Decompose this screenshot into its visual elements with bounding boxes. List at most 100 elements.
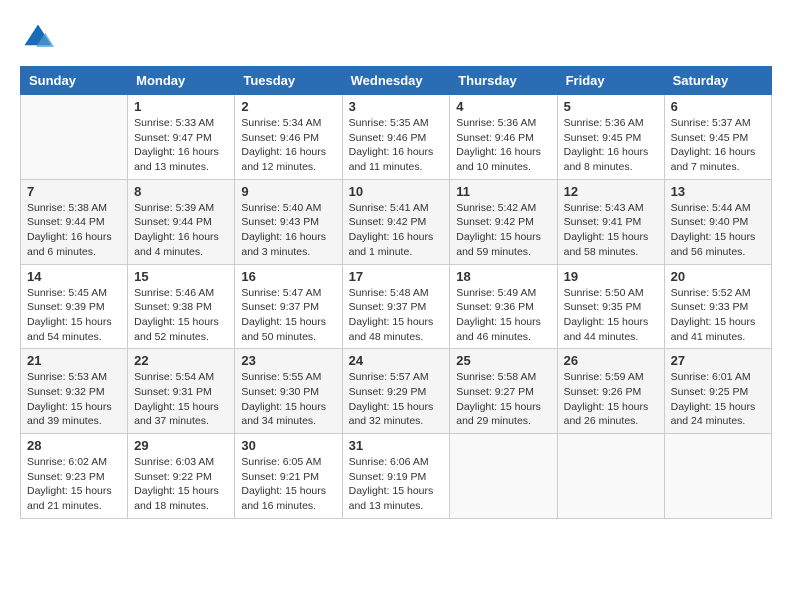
day-number: 8 [134, 184, 228, 199]
calendar-cell: 27 Sunrise: 6:01 AM Sunset: 9:25 PM Dayl… [664, 349, 771, 434]
day-number: 5 [564, 99, 658, 114]
day-info: Sunrise: 5:43 AM Sunset: 9:41 PM Dayligh… [564, 201, 658, 260]
day-number: 7 [27, 184, 121, 199]
weekday-header-tuesday: Tuesday [235, 67, 342, 95]
weekday-header-wednesday: Wednesday [342, 67, 450, 95]
calendar-cell: 17 Sunrise: 5:48 AM Sunset: 9:37 PM Dayl… [342, 264, 450, 349]
calendar-cell: 20 Sunrise: 5:52 AM Sunset: 9:33 PM Dayl… [664, 264, 771, 349]
day-number: 6 [671, 99, 765, 114]
weekday-header-monday: Monday [128, 67, 235, 95]
calendar-week-row: 28 Sunrise: 6:02 AM Sunset: 9:23 PM Dayl… [21, 434, 772, 519]
day-number: 24 [349, 353, 444, 368]
calendar-cell [450, 434, 557, 519]
weekday-header-friday: Friday [557, 67, 664, 95]
day-number: 20 [671, 269, 765, 284]
day-info: Sunrise: 5:46 AM Sunset: 9:38 PM Dayligh… [134, 286, 228, 345]
calendar-cell: 3 Sunrise: 5:35 AM Sunset: 9:46 PM Dayli… [342, 95, 450, 180]
calendar-cell: 2 Sunrise: 5:34 AM Sunset: 9:46 PM Dayli… [235, 95, 342, 180]
day-info: Sunrise: 5:57 AM Sunset: 9:29 PM Dayligh… [349, 370, 444, 429]
day-info: Sunrise: 5:38 AM Sunset: 9:44 PM Dayligh… [27, 201, 121, 260]
day-info: Sunrise: 5:49 AM Sunset: 9:36 PM Dayligh… [456, 286, 550, 345]
day-info: Sunrise: 5:40 AM Sunset: 9:43 PM Dayligh… [241, 201, 335, 260]
day-info: Sunrise: 5:34 AM Sunset: 9:46 PM Dayligh… [241, 116, 335, 175]
calendar-week-row: 14 Sunrise: 5:45 AM Sunset: 9:39 PM Dayl… [21, 264, 772, 349]
day-info: Sunrise: 5:59 AM Sunset: 9:26 PM Dayligh… [564, 370, 658, 429]
calendar-week-row: 21 Sunrise: 5:53 AM Sunset: 9:32 PM Dayl… [21, 349, 772, 434]
day-number: 26 [564, 353, 658, 368]
weekday-header-thursday: Thursday [450, 67, 557, 95]
day-number: 10 [349, 184, 444, 199]
day-number: 21 [27, 353, 121, 368]
day-info: Sunrise: 6:06 AM Sunset: 9:19 PM Dayligh… [349, 455, 444, 514]
page-header [20, 20, 772, 56]
day-info: Sunrise: 5:53 AM Sunset: 9:32 PM Dayligh… [27, 370, 121, 429]
day-info: Sunrise: 5:50 AM Sunset: 9:35 PM Dayligh… [564, 286, 658, 345]
calendar-cell: 21 Sunrise: 5:53 AM Sunset: 9:32 PM Dayl… [21, 349, 128, 434]
calendar-week-row: 1 Sunrise: 5:33 AM Sunset: 9:47 PM Dayli… [21, 95, 772, 180]
day-info: Sunrise: 5:36 AM Sunset: 9:46 PM Dayligh… [456, 116, 550, 175]
day-info: Sunrise: 5:36 AM Sunset: 9:45 PM Dayligh… [564, 116, 658, 175]
day-info: Sunrise: 5:55 AM Sunset: 9:30 PM Dayligh… [241, 370, 335, 429]
day-info: Sunrise: 6:02 AM Sunset: 9:23 PM Dayligh… [27, 455, 121, 514]
calendar-cell: 13 Sunrise: 5:44 AM Sunset: 9:40 PM Dayl… [664, 179, 771, 264]
day-number: 1 [134, 99, 228, 114]
calendar-cell: 10 Sunrise: 5:41 AM Sunset: 9:42 PM Dayl… [342, 179, 450, 264]
day-info: Sunrise: 5:52 AM Sunset: 9:33 PM Dayligh… [671, 286, 765, 345]
day-number: 29 [134, 438, 228, 453]
day-number: 12 [564, 184, 658, 199]
calendar-cell: 29 Sunrise: 6:03 AM Sunset: 9:22 PM Dayl… [128, 434, 235, 519]
calendar-cell: 31 Sunrise: 6:06 AM Sunset: 9:19 PM Dayl… [342, 434, 450, 519]
calendar-cell: 11 Sunrise: 5:42 AM Sunset: 9:42 PM Dayl… [450, 179, 557, 264]
day-number: 14 [27, 269, 121, 284]
calendar-cell: 6 Sunrise: 5:37 AM Sunset: 9:45 PM Dayli… [664, 95, 771, 180]
calendar-cell: 8 Sunrise: 5:39 AM Sunset: 9:44 PM Dayli… [128, 179, 235, 264]
calendar-cell: 12 Sunrise: 5:43 AM Sunset: 9:41 PM Dayl… [557, 179, 664, 264]
day-info: Sunrise: 5:39 AM Sunset: 9:44 PM Dayligh… [134, 201, 228, 260]
day-number: 19 [564, 269, 658, 284]
calendar-cell: 5 Sunrise: 5:36 AM Sunset: 9:45 PM Dayli… [557, 95, 664, 180]
day-number: 13 [671, 184, 765, 199]
day-info: Sunrise: 6:05 AM Sunset: 9:21 PM Dayligh… [241, 455, 335, 514]
calendar-cell: 1 Sunrise: 5:33 AM Sunset: 9:47 PM Dayli… [128, 95, 235, 180]
calendar-cell: 18 Sunrise: 5:49 AM Sunset: 9:36 PM Dayl… [450, 264, 557, 349]
day-number: 2 [241, 99, 335, 114]
day-number: 17 [349, 269, 444, 284]
calendar-cell: 9 Sunrise: 5:40 AM Sunset: 9:43 PM Dayli… [235, 179, 342, 264]
calendar-cell [21, 95, 128, 180]
day-info: Sunrise: 6:03 AM Sunset: 9:22 PM Dayligh… [134, 455, 228, 514]
day-number: 15 [134, 269, 228, 284]
calendar-cell: 30 Sunrise: 6:05 AM Sunset: 9:21 PM Dayl… [235, 434, 342, 519]
calendar-table: SundayMondayTuesdayWednesdayThursdayFrid… [20, 66, 772, 519]
day-info: Sunrise: 5:42 AM Sunset: 9:42 PM Dayligh… [456, 201, 550, 260]
calendar-cell: 19 Sunrise: 5:50 AM Sunset: 9:35 PM Dayl… [557, 264, 664, 349]
day-info: Sunrise: 6:01 AM Sunset: 9:25 PM Dayligh… [671, 370, 765, 429]
calendar-week-row: 7 Sunrise: 5:38 AM Sunset: 9:44 PM Dayli… [21, 179, 772, 264]
calendar-cell: 7 Sunrise: 5:38 AM Sunset: 9:44 PM Dayli… [21, 179, 128, 264]
day-number: 18 [456, 269, 550, 284]
day-number: 28 [27, 438, 121, 453]
calendar-cell: 4 Sunrise: 5:36 AM Sunset: 9:46 PM Dayli… [450, 95, 557, 180]
calendar-cell: 14 Sunrise: 5:45 AM Sunset: 9:39 PM Dayl… [21, 264, 128, 349]
day-info: Sunrise: 5:45 AM Sunset: 9:39 PM Dayligh… [27, 286, 121, 345]
calendar-cell: 15 Sunrise: 5:46 AM Sunset: 9:38 PM Dayl… [128, 264, 235, 349]
day-info: Sunrise: 5:58 AM Sunset: 9:27 PM Dayligh… [456, 370, 550, 429]
day-number: 31 [349, 438, 444, 453]
day-number: 27 [671, 353, 765, 368]
day-info: Sunrise: 5:47 AM Sunset: 9:37 PM Dayligh… [241, 286, 335, 345]
calendar-cell [664, 434, 771, 519]
calendar-cell: 16 Sunrise: 5:47 AM Sunset: 9:37 PM Dayl… [235, 264, 342, 349]
day-info: Sunrise: 5:44 AM Sunset: 9:40 PM Dayligh… [671, 201, 765, 260]
day-info: Sunrise: 5:35 AM Sunset: 9:46 PM Dayligh… [349, 116, 444, 175]
day-number: 16 [241, 269, 335, 284]
day-info: Sunrise: 5:54 AM Sunset: 9:31 PM Dayligh… [134, 370, 228, 429]
weekday-header-sunday: Sunday [21, 67, 128, 95]
calendar-cell: 24 Sunrise: 5:57 AM Sunset: 9:29 PM Dayl… [342, 349, 450, 434]
day-number: 23 [241, 353, 335, 368]
calendar-header-row: SundayMondayTuesdayWednesdayThursdayFrid… [21, 67, 772, 95]
calendar-cell: 23 Sunrise: 5:55 AM Sunset: 9:30 PM Dayl… [235, 349, 342, 434]
weekday-header-saturday: Saturday [664, 67, 771, 95]
logo [20, 20, 60, 56]
calendar-cell [557, 434, 664, 519]
day-number: 9 [241, 184, 335, 199]
day-number: 25 [456, 353, 550, 368]
